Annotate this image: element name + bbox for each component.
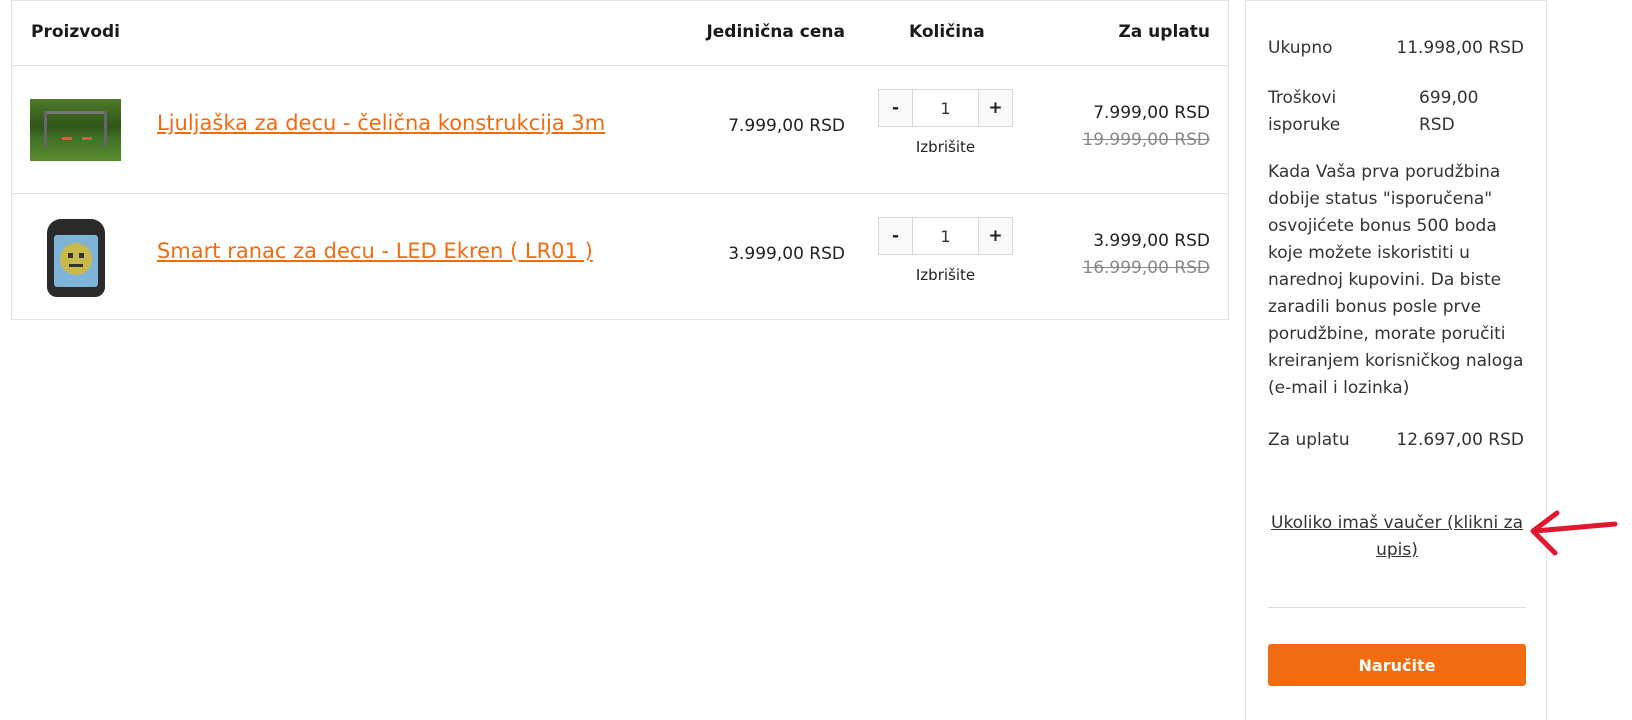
item-price-now: 7.999,00 RSD (1093, 103, 1210, 123)
voucher-link[interactable]: Ukoliko imaš vaučer (klikni za upis) (1268, 510, 1526, 564)
increase-quantity-button[interactable]: + (978, 89, 1013, 127)
decrease-quantity-button[interactable]: - (878, 89, 913, 127)
increase-quantity-button[interactable]: + (978, 217, 1013, 255)
cart-table: Proizvodi Jedinična cena Količina Za upl… (11, 0, 1229, 320)
header-quantity: Količina (909, 22, 985, 42)
remove-item-link[interactable]: Izbrišite (878, 266, 1013, 284)
total-value: 11.998,00 RSD (1396, 38, 1524, 58)
unit-price: 7.999,00 RSD (728, 116, 845, 136)
shipping-label: Troškovi isporuke (1268, 88, 1341, 135)
cart-header-row: Proizvodi Jedinična cena Količina Za upl… (12, 1, 1228, 66)
annotation-arrow-icon (1530, 510, 1618, 556)
item-price-old: 16.999,00 RSD (1082, 258, 1210, 278)
cart-row: Smart ranac za decu - LED Ekren ( LR01 )… (12, 194, 1228, 321)
item-price-old: 19.999,00 RSD (1082, 130, 1210, 150)
header-unit-price: Jedinična cena (706, 22, 845, 42)
quantity-stepper: - + (878, 89, 1013, 129)
swing-set-image[interactable] (30, 99, 121, 161)
order-button[interactable]: Naručite (1268, 644, 1526, 686)
product-name-link[interactable]: Smart ranac za decu - LED Ekren ( LR01 ) (157, 239, 593, 263)
summary-divider (1268, 607, 1526, 608)
unit-price: 3.999,00 RSD (728, 244, 845, 264)
remove-item-link[interactable]: Izbrišite (878, 138, 1013, 156)
total-label: Ukupno (1268, 38, 1333, 58)
quantity-input[interactable] (913, 217, 978, 255)
order-summary-panel: Ukupno 11.998,00 RSD Troškovi isporuke 6… (1245, 0, 1547, 720)
product-name-link[interactable]: Ljuljaška za decu - čelična konstrukcija… (157, 111, 605, 135)
led-backpack-image[interactable] (30, 218, 121, 298)
bonus-info-text: Kada Vaša prva porudžbina dobije status … (1268, 162, 1524, 398)
decrease-quantity-button[interactable]: - (878, 217, 913, 255)
to-pay-label: Za uplatu (1268, 430, 1350, 450)
cart-row: Ljuljaška za decu - čelična konstrukcija… (12, 66, 1228, 194)
header-to-pay: Za uplatu (1118, 22, 1210, 42)
item-price-now: 3.999,00 RSD (1093, 231, 1210, 251)
header-products: Proizvodi (31, 22, 121, 42)
shipping-value: 699,00 RSD (1419, 88, 1479, 135)
quantity-stepper: - + (878, 217, 1013, 257)
quantity-input[interactable] (913, 89, 978, 127)
to-pay-value: 12.697,00 RSD (1396, 430, 1524, 450)
